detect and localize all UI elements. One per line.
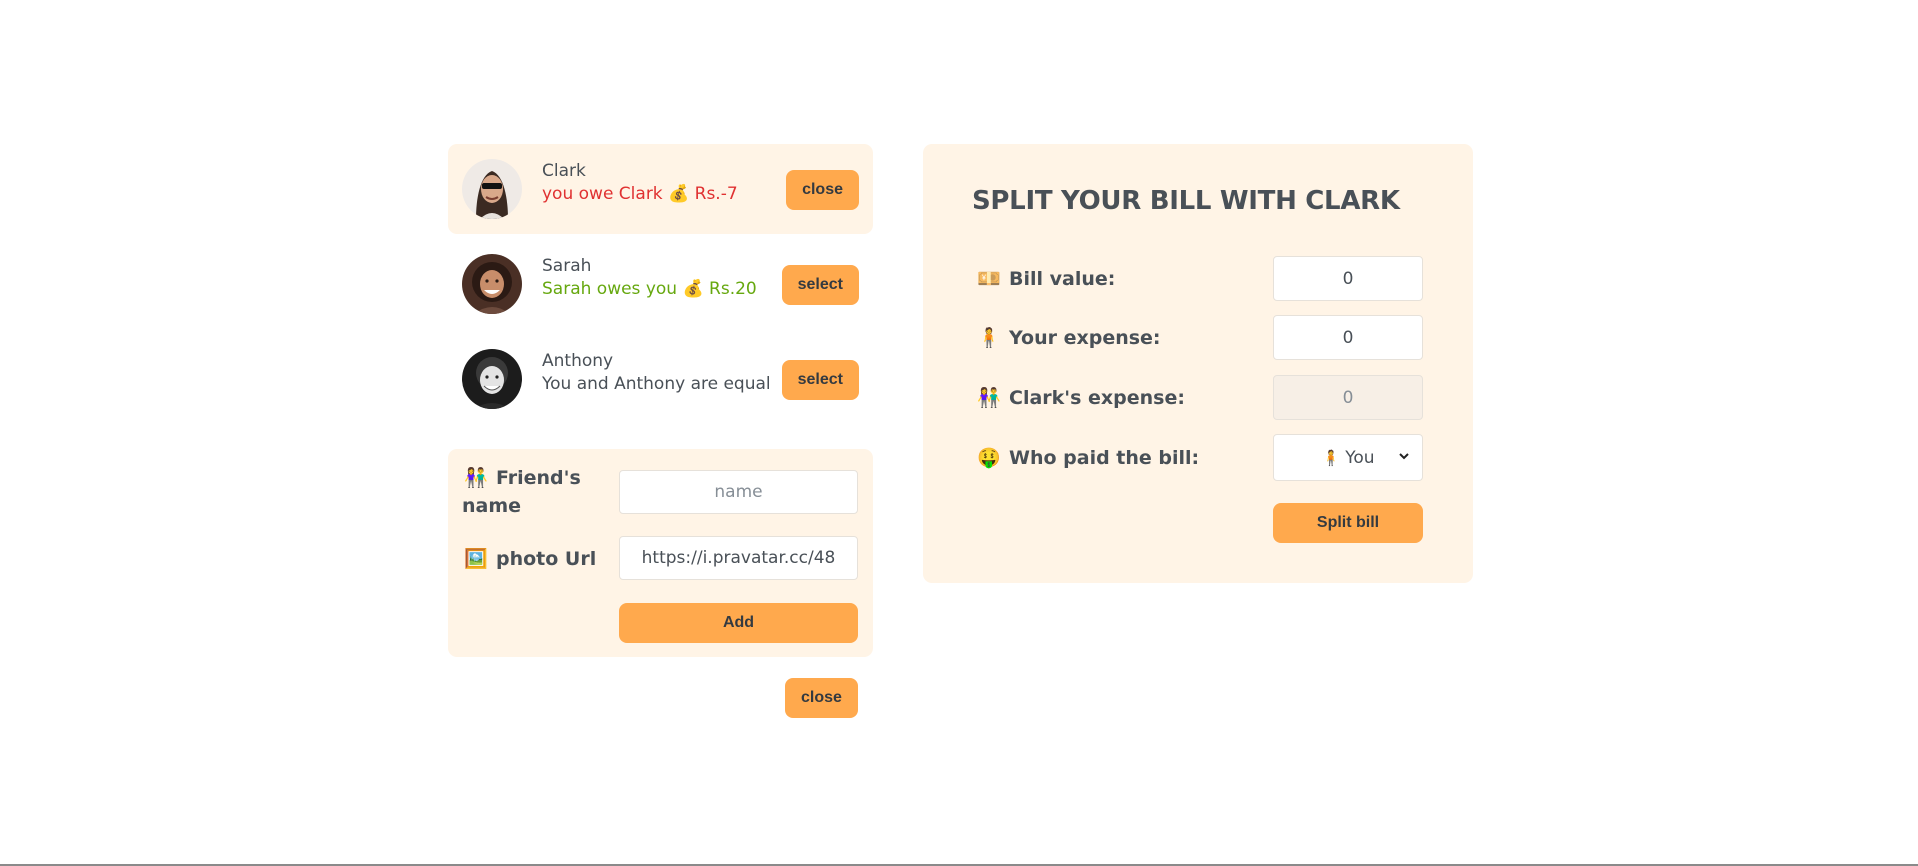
photo-url-label: 🖼️ photo Url: [462, 545, 596, 573]
photo-url-input[interactable]: [619, 536, 858, 580]
friend-name: Clark: [542, 161, 586, 181]
your-expense-input[interactable]: [1273, 315, 1423, 360]
friend-item-clark: Clark you owe Clark 💰 Rs.-7 close: [448, 144, 873, 234]
friend-expense-label: 👫 Clark's expense:: [975, 383, 1185, 413]
friend-balance: you owe Clark 💰 Rs.-7: [542, 184, 738, 204]
who-paid-value: You: [1345, 447, 1375, 468]
who-paid-select[interactable]: 🧍 You: [1273, 434, 1423, 481]
avatar: [462, 254, 522, 314]
picture-icon: 🖼️: [464, 548, 488, 570]
person-icon: 🧍: [977, 327, 1001, 349]
split-bill-form: SPLIT YOUR BILL WITH CLARK 💴 Bill value: …: [923, 144, 1473, 583]
chevron-down-icon: [1399, 453, 1409, 460]
avatar: [462, 159, 522, 219]
avatar: [462, 349, 522, 409]
split-bill-button[interactable]: Split bill: [1273, 503, 1423, 543]
close-button[interactable]: close: [786, 170, 859, 210]
select-button[interactable]: select: [781, 360, 859, 400]
friend-balance: You and Anthony are equal: [542, 374, 771, 394]
friend-text: Anthony You and Anthony are equal: [542, 350, 771, 396]
money-face-icon: 🤑: [977, 447, 1001, 469]
friend-name-label: 👫 Friend's name: [462, 464, 581, 520]
friend-item-sarah: Sarah Sarah owes you 💰 Rs.20 select: [448, 239, 873, 329]
close-form-button[interactable]: close: [785, 678, 858, 718]
friend-name-input[interactable]: [619, 470, 858, 514]
friend-expense-input: [1273, 375, 1423, 420]
people-icon: 👫: [464, 467, 488, 489]
your-expense-label: 🧍 Your expense:: [975, 323, 1160, 353]
friend-item-anthony: Anthony You and Anthony are equal select: [448, 334, 873, 424]
friend-name: Sarah: [542, 256, 592, 276]
friend-text: Clark you owe Clark 💰 Rs.-7: [542, 160, 738, 206]
friend-name: Anthony: [542, 351, 614, 371]
friends-list: Clark you owe Clark 💰 Rs.-7 close Sarah …: [448, 144, 873, 424]
add-friend-form: 👫Friend's name 🖼️photo Url Add: [448, 449, 873, 657]
friend-balance: Sarah owes you 💰 Rs.20: [542, 279, 757, 299]
select-button[interactable]: select: [781, 265, 859, 305]
people-icon: 👫: [977, 387, 1001, 409]
friend-text: Sarah Sarah owes you 💰 Rs.20: [542, 255, 757, 301]
banknote-icon: 💴: [977, 268, 1001, 290]
who-paid-label: 🤑 Who paid the bill:: [975, 443, 1199, 473]
add-button[interactable]: Add: [619, 603, 858, 643]
person-icon: 🧍: [1321, 448, 1341, 467]
bill-value-label: 💴 Bill value:: [975, 264, 1115, 294]
split-title: SPLIT YOUR BILL WITH CLARK: [972, 186, 1400, 216]
bill-value-input[interactable]: [1273, 256, 1423, 301]
